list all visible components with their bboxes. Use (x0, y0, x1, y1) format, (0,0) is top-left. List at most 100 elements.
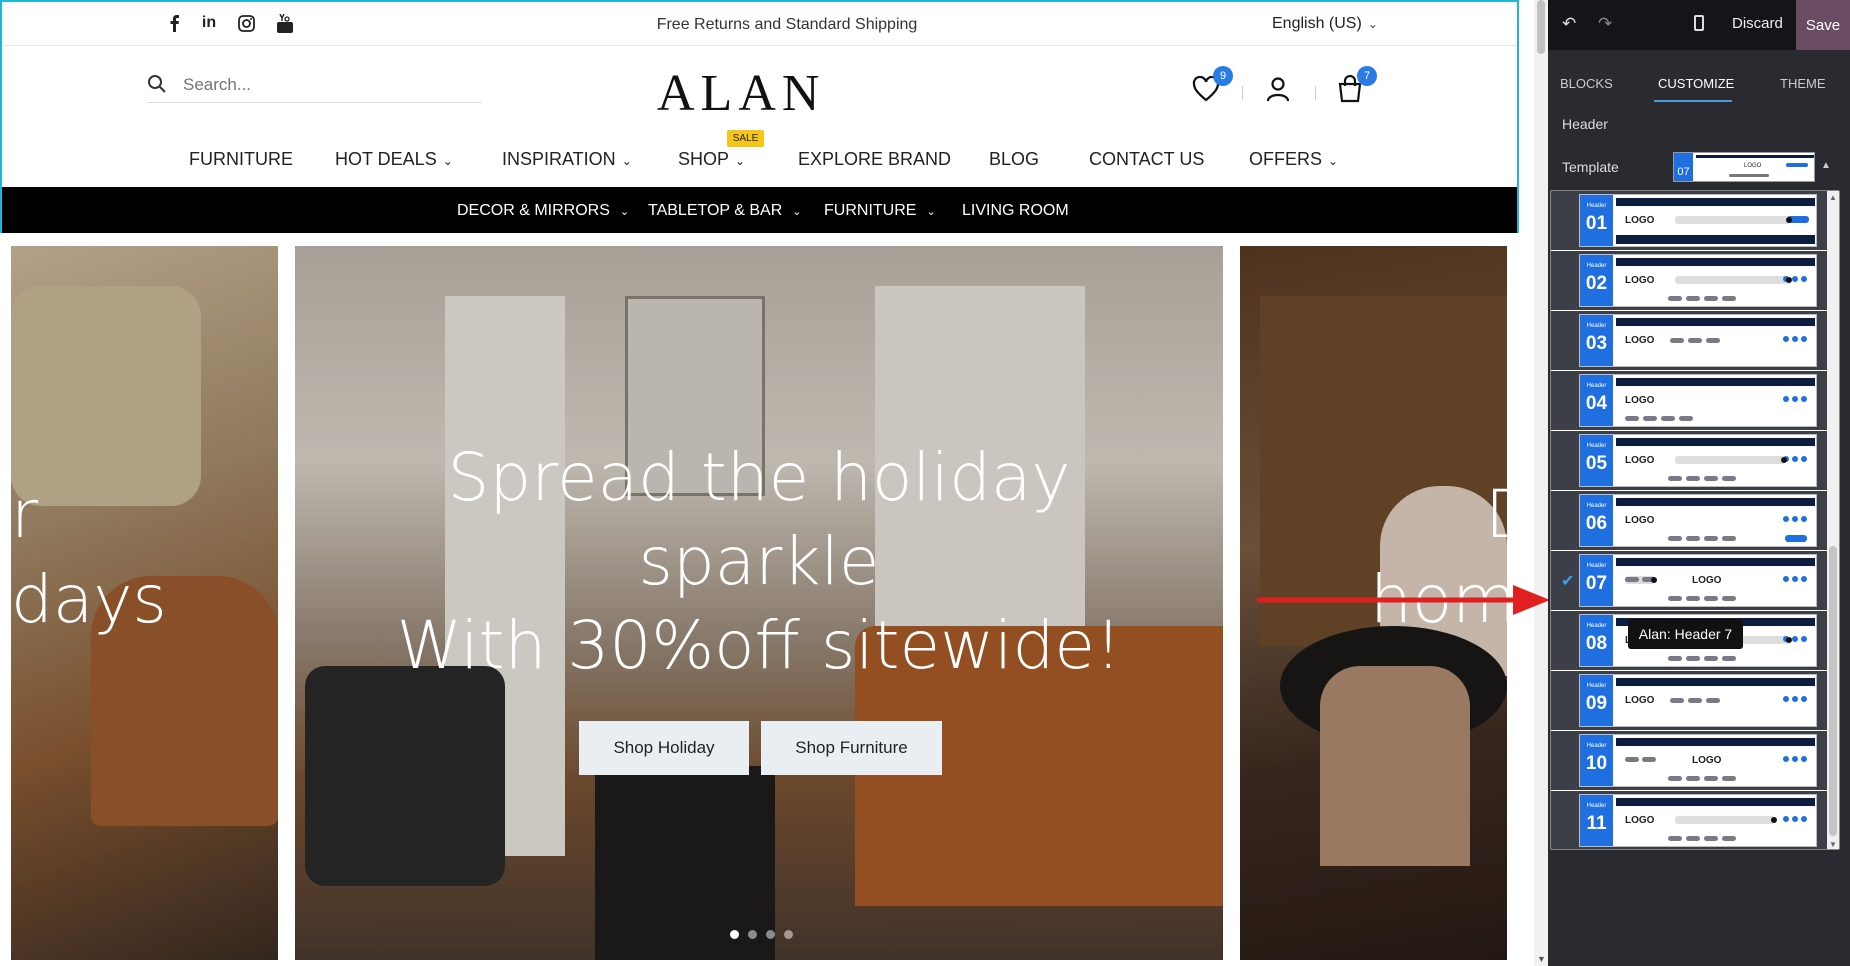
page-scrollbar[interactable]: ▼ (1534, 0, 1548, 966)
template-topbar-strip (1616, 678, 1815, 686)
cart-count-badge: 7 (1357, 66, 1377, 86)
cart-button[interactable]: 7 (1335, 66, 1377, 104)
mobile-preview-icon[interactable] (1694, 15, 1704, 31)
tab-theme[interactable]: THEME (1780, 76, 1826, 91)
undo-icon[interactable]: ↶ (1562, 14, 1576, 34)
template-search-bar (1675, 456, 1785, 464)
template-topbar-strip (1616, 378, 1815, 386)
template-option[interactable]: Header 05 LOGO (1551, 431, 1829, 490)
site-logo[interactable]: ALAN (657, 64, 825, 123)
wishlist-button[interactable]: 9 (1191, 66, 1233, 104)
scroll-up-arrow-icon[interactable]: ▲ (1829, 193, 1837, 202)
nav-shop-label: SHOP (678, 149, 730, 169)
search-input[interactable] (183, 75, 463, 95)
carousel-dot[interactable] (784, 930, 793, 939)
template-preview-card: Header 11 LOGO (1579, 794, 1817, 847)
nav-explore-brand[interactable]: EXPLORE BRAND (798, 149, 951, 170)
facebook-icon[interactable] (167, 12, 181, 34)
nav-offers-label: OFFERS (1249, 149, 1323, 169)
template-option[interactable]: Header 10 LOGO (1551, 731, 1829, 790)
template-topbar-strip (1616, 198, 1815, 206)
linkedin-icon[interactable]: in (199, 12, 219, 34)
promo-text: Free Returns and Standard Shipping (656, 16, 918, 33)
template-logo-text: LOGO (1625, 275, 1655, 286)
scrollbar-thumb[interactable] (1829, 546, 1837, 836)
subnav-furniture[interactable]: FURNITURE ⌄ (824, 202, 936, 220)
template-icon-dot (1783, 516, 1789, 522)
youtube-icon[interactable] (275, 12, 295, 34)
nav-hot-deals-label: HOT DEALS (335, 149, 437, 169)
carousel-slide-active[interactable]: Spread the holiday sparkle With 30%off s… (295, 246, 1223, 960)
header-main-row: ALAN 9 7 (2, 46, 1517, 131)
template-logo-text: LOGO (1625, 215, 1655, 226)
caret-up-icon[interactable]: ▲ (1821, 160, 1831, 171)
carousel-dot[interactable] (766, 930, 775, 939)
tab-customize[interactable]: CUSTOMIZE (1658, 76, 1734, 91)
nav-inspiration[interactable]: INSPIRATION ⌄ (502, 149, 632, 170)
carousel-dot[interactable] (748, 930, 757, 939)
template-logo-text: LOGO (1692, 575, 1722, 586)
carousel-slide-prev[interactable]: r days (11, 246, 278, 960)
template-topbar-strip (1616, 498, 1815, 506)
template-number-caption: Header (1586, 743, 1607, 749)
nav-contact-us[interactable]: CONTACT US (1089, 149, 1204, 170)
template-option[interactable]: Header 03 LOGO (1551, 311, 1829, 370)
template-number: 11 (1586, 813, 1607, 834)
template-option[interactable]: Header 11 LOGO (1551, 791, 1829, 849)
template-option[interactable]: Header 09 LOGO (1551, 671, 1829, 730)
top-bar: in Free Returns and Standard Shipping En… (2, 2, 1517, 46)
template-nav-pill (1679, 416, 1693, 421)
discard-button[interactable]: Discard (1732, 15, 1783, 32)
account-button[interactable] (1263, 74, 1293, 104)
shop-holiday-button[interactable]: Shop Holiday (579, 721, 749, 775)
instagram-icon[interactable] (236, 12, 256, 34)
scroll-down-arrow-icon[interactable]: ▼ (1537, 954, 1546, 964)
template-icon-dot (1792, 276, 1798, 282)
template-nav-pill (1686, 776, 1700, 781)
template-number-caption: Header (1586, 203, 1607, 209)
carousel-dot[interactable] (730, 930, 739, 939)
nav-furniture[interactable]: FURNITURE (189, 149, 293, 170)
dropdown-scrollbar[interactable]: ▲ ▼ (1827, 191, 1839, 849)
template-nav-pill (1706, 698, 1720, 703)
template-nav-pill (1625, 416, 1639, 421)
template-option[interactable]: Header 01 LOGO (1551, 191, 1829, 250)
template-nav-pill (1722, 536, 1736, 541)
template-icon-dot (1783, 576, 1789, 582)
scroll-down-arrow-icon[interactable]: ▼ (1829, 840, 1837, 849)
subnav-decor-mirrors[interactable]: DECOR & MIRRORS ⌄ (457, 202, 629, 220)
site-header[interactable]: in Free Returns and Standard Shipping En… (0, 0, 1519, 233)
nav-shop[interactable]: SHOP ⌄ (678, 149, 745, 170)
subnav-tabletop-bar[interactable]: TABLETOP & BAR ⌄ (648, 202, 802, 220)
search-box[interactable] (147, 68, 482, 103)
template-search-dot (1786, 217, 1792, 223)
template-icon-dot (1783, 336, 1789, 342)
template-nav-pill (1722, 656, 1736, 661)
template-icon-dot (1801, 696, 1807, 702)
chevron-down-icon: ⌄ (926, 206, 936, 218)
template-dropdown[interactable]: Header 01 LOGO Header 02 LOGO Header 03 LOGO Head… (1550, 190, 1840, 850)
language-selector[interactable]: English (US) ⌄ (1272, 15, 1378, 33)
template-thumb-icons (1786, 163, 1808, 167)
template-number-caption: Header (1586, 623, 1607, 629)
wishlist-count-badge: 9 (1213, 66, 1233, 86)
template-option[interactable]: Header 02 LOGO (1551, 251, 1829, 310)
scrollbar-thumb[interactable] (1537, 0, 1545, 54)
tab-blocks[interactable]: BLOCKS (1560, 76, 1613, 91)
template-icon-dot (1783, 816, 1789, 822)
nav-offers[interactable]: OFFERS ⌄ (1249, 149, 1338, 170)
nav-blog[interactable]: BLOG (989, 149, 1039, 170)
nav-hot-deals[interactable]: HOT DEALS ⌄ (335, 149, 453, 170)
template-nav-pill (1704, 656, 1718, 661)
subnav-living-room[interactable]: LIVING ROOM (962, 202, 1069, 220)
shop-furniture-button[interactable]: Shop Furniture (761, 721, 942, 775)
template-icon-dot (1792, 756, 1798, 762)
save-button[interactable]: Save (1796, 0, 1850, 50)
template-option[interactable]: Header 06 LOGO (1551, 491, 1829, 550)
template-select[interactable]: 07 LOGO (1673, 152, 1815, 182)
template-option[interactable]: ✔ Header 07 LOGO (1551, 551, 1829, 610)
template-nav-pill (1686, 296, 1700, 301)
template-option[interactable]: Header 04 LOGO (1551, 371, 1829, 430)
redo-icon[interactable]: ↷ (1598, 14, 1612, 34)
template-search-dot (1781, 457, 1787, 463)
